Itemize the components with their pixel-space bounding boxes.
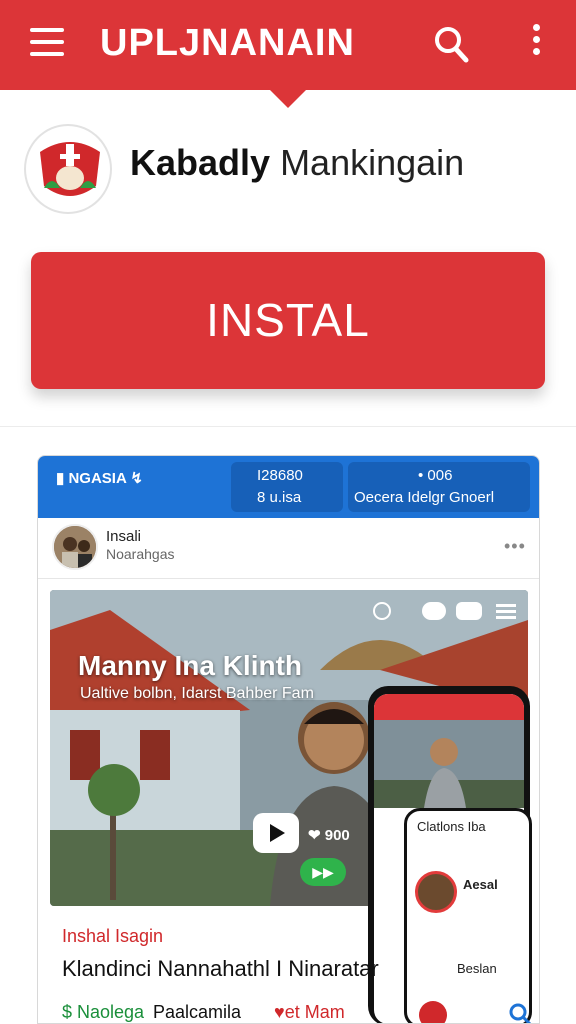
pill2-line1: • 006: [418, 467, 453, 484]
more-vertical-icon[interactable]: [525, 24, 547, 64]
preview-pill-2[interactable]: • 006 Oecera Idelgr Gnoerl: [348, 462, 530, 512]
phone-card-row-name: Beslan: [457, 961, 497, 976]
media-headline: Manny Ina Klinth: [78, 650, 302, 681]
preview-bar-left[interactable]: ▮ NGASIA ↯: [56, 464, 143, 494]
media-control-icons[interactable]: [372, 600, 528, 622]
app-title: UPLJNANAIN: [100, 22, 355, 64]
post-author-name: Insali: [106, 528, 142, 545]
phone-card-badge-icon[interactable]: [419, 1001, 447, 1023]
post-more-icon[interactable]: •••: [504, 536, 526, 557]
app-header: UPLJNANAIN: [0, 0, 576, 90]
app-name-bold: Kabadly: [130, 142, 271, 183]
phone-card-avatar: [415, 871, 457, 913]
whistle-icon: ↯: [130, 470, 143, 487]
hamburger-menu-icon[interactable]: [30, 28, 66, 58]
app-name-rest: Mankingain: [280, 142, 465, 183]
search-icon[interactable]: [508, 1002, 532, 1023]
app-name: Kabadly Mankingain: [130, 140, 464, 186]
bar-chart-icon: ▮: [56, 470, 65, 487]
media-caption: Ualtive bolbn, Idarst Bahber Fam: [80, 685, 314, 702]
post-divider: [38, 578, 539, 579]
phone-card[interactable]: Clatlons Iba Aesal Beslan: [404, 808, 532, 1023]
post-title: Klandinci Nannahathl I Ninaratar: [62, 956, 379, 981]
post-avatar[interactable]: [52, 524, 98, 570]
phone-photo: [374, 720, 524, 808]
post-action-3[interactable]: ♥et Mam: [274, 1002, 345, 1023]
post-action-2[interactable]: Paalcamila: [153, 1002, 241, 1023]
pill1-line1: I28680: [257, 467, 303, 484]
preview-pill-1[interactable]: I28680 8 u.isa: [231, 462, 343, 512]
phone-card-name: Aesal: [463, 877, 498, 892]
pill2-line2: Oecera Idelgr Gnoerl: [354, 489, 495, 506]
like-count: ❤ 900: [308, 827, 350, 844]
header-notch: [268, 88, 308, 108]
post-action-1[interactable]: $ Naolega: [62, 1002, 144, 1023]
post-subtitle: Noarahgas: [106, 546, 175, 562]
play-icon[interactable]: [253, 813, 299, 853]
search-icon[interactable]: [432, 22, 472, 66]
phone-card-title: Clatlons Iba: [417, 819, 486, 834]
divider: [0, 426, 576, 427]
phone-header: [374, 694, 524, 720]
preview-bar-label: NGASIA: [68, 470, 127, 487]
install-button[interactable]: INSTAL: [31, 252, 545, 389]
app-logo-icon: [24, 124, 112, 214]
screenshot-preview[interactable]: ▮ NGASIA ↯ I28680 8 u.isa • 006 Oecera I…: [37, 455, 540, 1024]
preview-topbar: ▮ NGASIA ↯ I28680 8 u.isa • 006 Oecera I…: [38, 456, 539, 518]
forward-button[interactable]: ▶▶: [300, 858, 346, 886]
post-tagline: Inshal Isagin: [62, 926, 164, 946]
pill1-line2: 8 u.isa: [257, 489, 302, 506]
